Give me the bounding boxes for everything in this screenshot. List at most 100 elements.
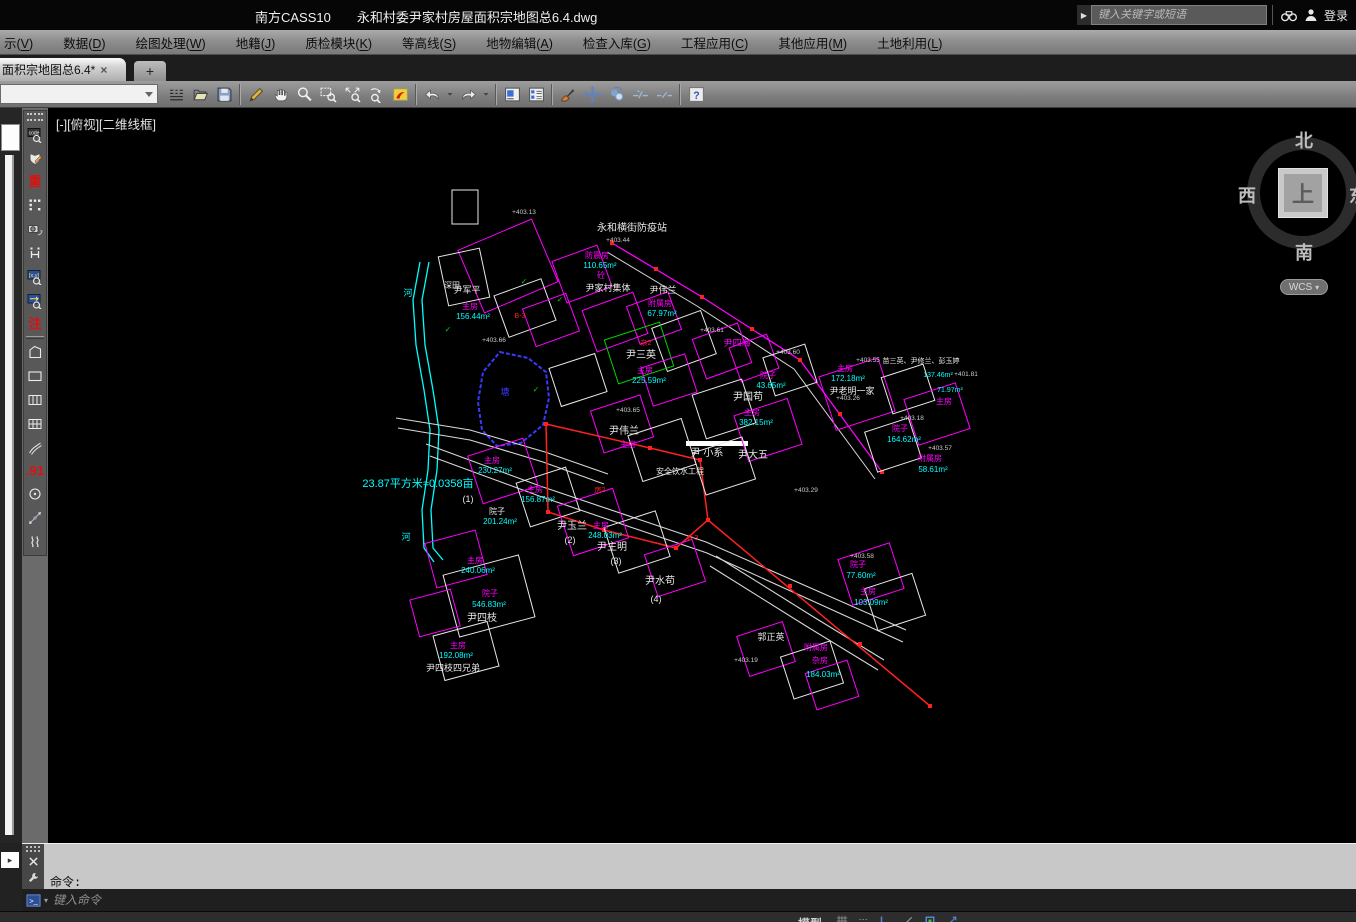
- wrench-icon[interactable]: [27, 871, 40, 884]
- menu-item[interactable]: 土地利用(L): [862, 33, 957, 52]
- docked-panel-stub[interactable]: [1, 124, 20, 151]
- menu-item[interactable]: 工程应用(C): [666, 33, 763, 52]
- svg-text:房2: 房2: [595, 485, 606, 494]
- props-icon[interactable]: [500, 83, 524, 106]
- svg-text:67.97m²: 67.97m²: [647, 309, 677, 318]
- pan-zoom-icon[interactable]: [24, 289, 46, 313]
- grid-icon[interactable]: [836, 915, 848, 922]
- zoom-prev-icon[interactable]: [364, 83, 388, 106]
- polygon-icon[interactable]: [24, 340, 46, 364]
- command-panel-handle[interactable]: [22, 844, 44, 889]
- char-zhong-button[interactable]: 重: [24, 171, 46, 193]
- circle-dot-icon[interactable]: [24, 482, 46, 506]
- select-dots-icon[interactable]: [24, 193, 46, 217]
- svg-text:主房: 主房: [450, 640, 466, 650]
- redline-icon[interactable]: [388, 83, 412, 106]
- polar-icon[interactable]: [902, 915, 914, 922]
- model-tab[interactable]: 模型: [798, 915, 822, 922]
- command-expand-button[interactable]: ▸: [1, 852, 19, 868]
- help-icon[interactable]: ?: [684, 83, 708, 106]
- zoom-scale-icon[interactable]: [340, 83, 364, 106]
- command-history-caret[interactable]: ▾: [44, 896, 48, 905]
- menu-item[interactable]: 检查入库(G): [568, 33, 666, 52]
- svg-text:附属房: 附属房: [918, 453, 942, 463]
- view-cube-south[interactable]: 南: [1295, 239, 1313, 265]
- svg-text:尹主明: 尹主明: [597, 541, 627, 553]
- help-search-input[interactable]: [1091, 5, 1267, 25]
- menu-item[interactable]: 质检模块(K): [290, 33, 387, 52]
- menu-item[interactable]: 地籍(J): [221, 33, 291, 52]
- toolbar-separator: [679, 84, 681, 105]
- table-rows-icon[interactable]: [24, 388, 46, 412]
- plot-icon[interactable]: [244, 83, 268, 106]
- svg-text:附属房: 附属房: [648, 298, 672, 308]
- menu-item[interactable]: 数据(D): [48, 33, 120, 52]
- svg-text:164.62m²: 164.62m²: [887, 435, 921, 444]
- rotate-icon[interactable]: [604, 83, 628, 106]
- save-icon[interactable]: [212, 83, 236, 106]
- svg-text:院子: 院子: [760, 370, 776, 380]
- toolbar-grip-handle[interactable]: [27, 113, 43, 121]
- measure-icon[interactable]: [24, 506, 46, 530]
- dyn-input-icon[interactable]: [946, 915, 958, 922]
- code-zoom-icon[interactable]: code: [24, 123, 46, 147]
- caret-icon[interactable]: [480, 83, 492, 106]
- brush-icon[interactable]: [556, 83, 580, 106]
- camera-rotate-icon[interactable]: [24, 217, 46, 241]
- menu-item[interactable]: 绘图处理(W): [121, 33, 221, 52]
- view-cube-north[interactable]: 北: [1295, 127, 1313, 153]
- ortho-icon[interactable]: [880, 915, 892, 922]
- rectangle-icon[interactable]: [24, 364, 46, 388]
- drawing-canvas[interactable]: [-][俯视][二维线框] 永和横街防疫站防震房110.65m²砼尹家村集体深田…: [48, 108, 1356, 843]
- menu-item[interactable]: 等高线(S): [387, 33, 471, 52]
- char-zhu-button[interactable]: 注: [24, 313, 46, 335]
- viewport-controls[interactable]: [-][俯视][二维线框]: [56, 114, 156, 133]
- undo-icon[interactable]: [420, 83, 444, 106]
- open-icon[interactable]: [188, 83, 212, 106]
- redo-icon[interactable]: [456, 83, 480, 106]
- menu-item[interactable]: 地物编辑(A): [471, 33, 568, 52]
- move-icon[interactable]: [580, 83, 604, 106]
- svg-text:尹四枝四兄弟: 尹四枝四兄弟: [426, 662, 480, 673]
- svg-text:✓: ✓: [557, 295, 564, 304]
- command-history[interactable]: 命令: 自动保存到 C:\Users\Administrator\appdata…: [44, 844, 1356, 889]
- docked-panel-edge[interactable]: [5, 155, 14, 835]
- table-cols-icon[interactable]: [24, 412, 46, 436]
- view-cube-west[interactable]: 西: [1238, 182, 1256, 208]
- tab-close-icon[interactable]: ×: [100, 63, 107, 77]
- road-icon[interactable]: [24, 436, 46, 460]
- close-icon[interactable]: [27, 855, 40, 868]
- osnap-icon[interactable]: [924, 915, 936, 922]
- new-tab-button[interactable]: +: [134, 61, 166, 81]
- view-cube-face[interactable]: 上: [1278, 168, 1328, 218]
- caret-icon[interactable]: [444, 83, 456, 106]
- svg-text:尹伟兰: 尹伟兰: [609, 424, 639, 437]
- char-91-button[interactable]: .91: [24, 460, 46, 482]
- break1-icon[interactable]: [628, 83, 652, 106]
- waves-icon[interactable]: [24, 530, 46, 554]
- pan-icon[interactable]: [268, 83, 292, 106]
- drawing-tab[interactable]: 面积宗地图总6.4* ×: [0, 58, 126, 81]
- grip-icon[interactable]: [26, 846, 40, 852]
- svg-text:137.46m²: 137.46m²: [923, 372, 953, 379]
- user-icon[interactable]: [1300, 5, 1322, 25]
- shield-edit-icon[interactable]: [24, 147, 46, 171]
- login-button[interactable]: 登录: [1324, 7, 1348, 24]
- h-grip-icon[interactable]: [24, 241, 46, 265]
- xy-zoom-icon[interactable]: [x,y]: [24, 265, 46, 289]
- zoom-window-icon[interactable]: [316, 83, 340, 106]
- binoculars-icon[interactable]: [1278, 5, 1300, 25]
- command-input[interactable]: [51, 892, 1356, 908]
- linetype-icon[interactable]: [164, 83, 188, 106]
- toolbar-separator: [495, 84, 497, 105]
- snap-icon[interactable]: [858, 915, 870, 922]
- search-expand-icon[interactable]: ▶: [1077, 5, 1091, 25]
- view-cube-east[interactable]: 东: [1349, 182, 1356, 208]
- menu-item[interactable]: 其他应用(M): [763, 33, 862, 52]
- wcs-dropdown[interactable]: WCS ▾: [1280, 279, 1328, 295]
- quick-combobox[interactable]: [0, 84, 158, 104]
- layers-icon[interactable]: [524, 83, 548, 106]
- menu-item[interactable]: 示(V): [0, 33, 48, 52]
- zoom-icon[interactable]: [292, 83, 316, 106]
- break2-icon[interactable]: [652, 83, 676, 106]
